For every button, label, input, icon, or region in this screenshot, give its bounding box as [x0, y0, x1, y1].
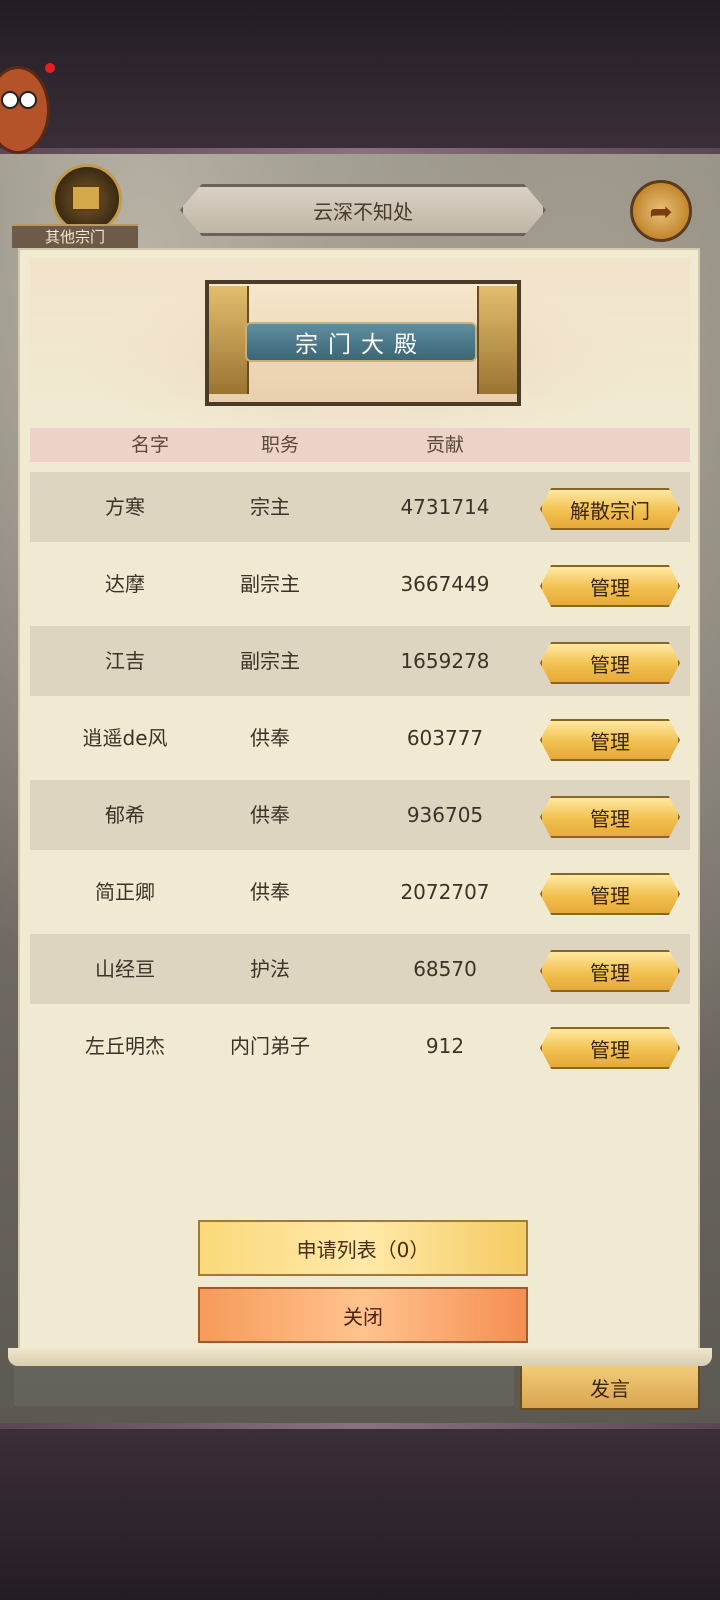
member-name: 郁希 — [105, 803, 145, 827]
avatar-eye — [19, 91, 37, 109]
bottom-band — [0, 1425, 720, 1600]
member-row: 逍遥de风 供奉 603777 管理 — [30, 703, 690, 773]
manage-button[interactable]: 管理 — [540, 642, 680, 684]
apply-list-button[interactable]: 申请列表（0） — [198, 1220, 528, 1276]
manage-button[interactable]: 管理 — [540, 796, 680, 838]
member-row: 左丘明杰 内门弟子 912 管理 — [30, 1011, 690, 1081]
member-table-header: 名字 职务 贡献 — [30, 428, 690, 462]
member-row: 简正卿 供奉 2072707 管理 — [30, 857, 690, 927]
member-role: 供奉 — [250, 880, 290, 904]
column-header-role: 职务 — [260, 434, 299, 456]
plaque-ornament-left — [209, 286, 249, 394]
manage-button[interactable]: 管理 — [540, 873, 680, 915]
manage-button[interactable]: 管理 — [540, 565, 680, 607]
speak-button-label: 发言 — [590, 1376, 630, 1401]
member-role: 副宗主 — [240, 572, 300, 596]
member-row: 山经亘 护法 68570 管理 — [30, 934, 690, 1004]
member-list: 方寒 宗主 4731714 解散宗门 达摩 副宗主 3667449 管理 江吉 … — [30, 472, 690, 1088]
top-ornament-line — [0, 148, 720, 154]
member-row: 方寒 宗主 4731714 解散宗门 — [30, 472, 690, 542]
back-arrow-icon: ➦ — [649, 194, 673, 228]
top-band — [0, 0, 720, 150]
notification-dot — [45, 63, 55, 73]
back-button[interactable]: ➦ — [630, 180, 692, 242]
close-button[interactable]: 关闭 — [198, 1287, 528, 1343]
member-name: 达摩 — [105, 572, 145, 596]
sect-name-plate: 云深不知处 — [180, 184, 546, 236]
chat-strip — [14, 1364, 514, 1406]
hall-plaque: 宗门大殿 — [205, 280, 521, 406]
member-name: 简正卿 — [95, 880, 155, 904]
member-contribution: 1659278 — [400, 649, 490, 673]
member-contribution: 4731714 — [400, 495, 490, 519]
hall-title: 宗门大殿 — [245, 322, 477, 362]
member-role: 护法 — [250, 957, 290, 981]
member-row: 郁希 供奉 936705 管理 — [30, 780, 690, 850]
speak-button[interactable]: 发言 — [520, 1364, 700, 1410]
member-name: 江吉 — [105, 649, 145, 673]
member-role: 宗主 — [250, 495, 290, 519]
scroll-bottom-edge — [8, 1348, 712, 1366]
manage-button[interactable]: 管理 — [540, 950, 680, 992]
member-contribution: 912 — [425, 1034, 465, 1058]
member-name: 左丘明杰 — [85, 1034, 165, 1058]
member-role: 供奉 — [250, 803, 290, 827]
member-role: 副宗主 — [240, 649, 300, 673]
close-label: 关闭 — [343, 1304, 383, 1329]
member-row: 达摩 副宗主 3667449 管理 — [30, 549, 690, 619]
apply-list-label: 申请列表（0） — [296, 1237, 430, 1262]
member-role: 供奉 — [250, 726, 290, 750]
sect-name: 云深不知处 — [313, 199, 413, 224]
member-contribution: 2072707 — [400, 880, 490, 904]
disband-sect-button[interactable]: 解散宗门 — [540, 488, 680, 530]
member-row: 江吉 副宗主 1659278 管理 — [30, 626, 690, 696]
other-sects-button[interactable]: 其他宗门 — [12, 164, 138, 248]
member-name: 逍遥de风 — [82, 726, 168, 750]
column-header-name: 名字 — [130, 434, 169, 456]
manage-button[interactable]: 管理 — [540, 1027, 680, 1069]
bottom-ornament-line — [0, 1423, 720, 1429]
member-contribution: 68570 — [413, 957, 477, 981]
member-role: 内门弟子 — [230, 1034, 310, 1058]
column-header-contribution: 贡献 — [425, 434, 464, 456]
member-contribution: 3667449 — [400, 572, 490, 596]
member-name: 方寒 — [105, 495, 145, 519]
member-contribution: 936705 — [406, 803, 484, 827]
member-contribution: 603777 — [406, 726, 484, 750]
other-sects-label: 其他宗门 — [12, 224, 138, 248]
member-name: 山经亘 — [95, 957, 155, 981]
plaque-ornament-right — [477, 286, 517, 394]
avatar-eye — [1, 91, 19, 109]
manage-button[interactable]: 管理 — [540, 719, 680, 761]
